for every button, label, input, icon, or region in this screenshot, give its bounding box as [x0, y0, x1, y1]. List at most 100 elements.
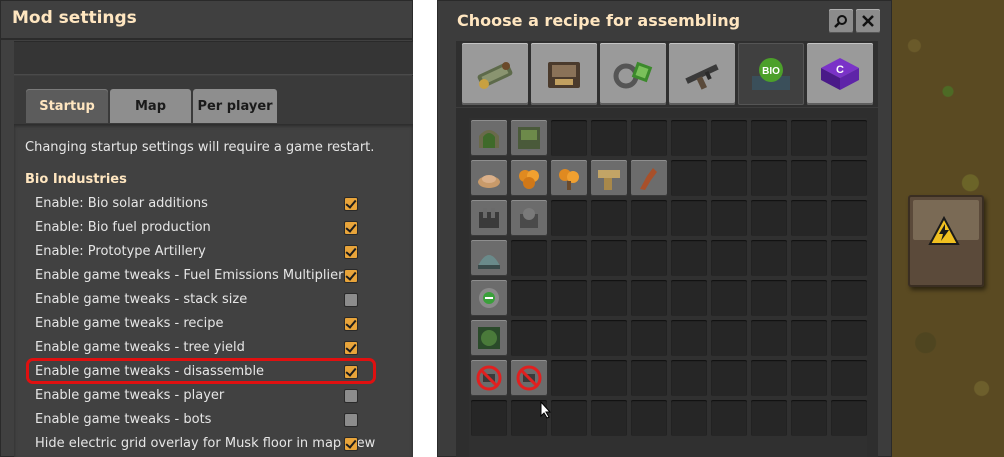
setting-row-tree-yield: Enable game tweaks - tree yield: [26, 336, 370, 360]
setting-checkbox[interactable]: [344, 341, 358, 355]
recipe-grid-cell: [551, 360, 587, 396]
recipe-grid-cell: [631, 360, 667, 396]
recipe-grid-cell: [711, 120, 747, 156]
recipe-grid-cell: [631, 280, 667, 316]
recipe-grid-cell: [591, 320, 627, 356]
recipe-grid-cell: [631, 400, 667, 436]
recipe-slot-wood-bricks[interactable]: [591, 160, 627, 196]
recipe-slot-seedling-variant[interactable]: [551, 160, 587, 196]
recipe-grid-cell: [551, 400, 587, 436]
recipe-grid-cell: [831, 320, 867, 356]
recipe-slot-wood-pulp[interactable]: [471, 160, 507, 196]
intermediate-products-group-icon: [613, 61, 653, 89]
recipe-grid-cell: [551, 320, 587, 356]
recipe-grid-cell: [591, 200, 627, 236]
setting-label: Enable game tweaks - stack size: [35, 292, 248, 307]
recipe-grid-cell: [791, 240, 827, 276]
bio-dome-icon: [478, 255, 500, 269]
bio-cannon-icon: [479, 208, 499, 228]
setting-checkbox[interactable]: [344, 221, 358, 235]
recipe-grid-cell: [671, 200, 707, 236]
recipe-grid-cell: [591, 120, 627, 156]
title-divider: [0, 38, 413, 40]
setting-checkbox[interactable]: [344, 437, 358, 451]
setting-checkbox[interactable]: [344, 389, 358, 403]
setting-row-stack-size: Enable game tweaks - stack size: [26, 288, 370, 312]
recipe-grid-cell: [751, 400, 787, 436]
setting-checkbox[interactable]: [344, 197, 358, 211]
setting-row-fuel-emissions: Enable game tweaks - Fuel Emissions Mult…: [26, 264, 370, 288]
tab-per-player[interactable]: Per player: [193, 89, 277, 123]
recipe-grid-cell: [671, 160, 707, 196]
recipe-slot-bio-dome[interactable]: [471, 240, 507, 276]
recipe-slot-bio-greenhouse[interactable]: [471, 120, 507, 156]
bio-turret-icon: [520, 208, 538, 228]
setting-checkbox[interactable]: [344, 245, 358, 259]
recipe-grid-cell: [551, 240, 587, 276]
group-tab-production[interactable]: [531, 43, 597, 105]
group-tab-combat[interactable]: [669, 43, 735, 105]
recipe-grid-cell: [831, 200, 867, 236]
recipe-grid-cell: [671, 400, 707, 436]
no-power-warning-icon: [928, 216, 960, 245]
search-button[interactable]: [829, 9, 853, 33]
bio-farm-icon: [518, 127, 540, 149]
setting-checkbox[interactable]: [344, 413, 358, 427]
restart-notice: Changing startup settings will require a…: [25, 140, 375, 155]
setting-label: Enable game tweaks - tree yield: [35, 340, 245, 355]
recipe-slot-seedling[interactable]: [511, 160, 547, 196]
c-mod-group-icon: C: [821, 58, 859, 90]
group-tab-logistics[interactable]: [462, 43, 528, 105]
recipe-grid-cell: [751, 200, 787, 236]
setting-label: Enable game tweaks - bots: [35, 412, 212, 427]
recipe-grid-cell: [791, 200, 827, 236]
recipe-slot-disassemble-blocked[interactable]: [471, 360, 507, 396]
recipe-grid-cell: [671, 120, 707, 156]
recipe-grid-cell: [751, 240, 787, 276]
recipe-grid-cell: [751, 360, 787, 396]
recipe-grid-cell: [711, 320, 747, 356]
recipe-grid-cell: [671, 240, 707, 276]
recipe-grid-cell: [751, 280, 787, 316]
setting-label: Enable: Bio solar additions: [35, 196, 208, 211]
recipe-grid-cell: [831, 240, 867, 276]
recipe-grid-cell: [591, 240, 627, 276]
recipe-grid-cell: [791, 120, 827, 156]
group-tab-intermediate-products[interactable]: [600, 43, 666, 105]
mod-settings-toolbar: [14, 41, 413, 75]
recipe-slot-bio-cannon[interactable]: [471, 200, 507, 236]
setting-checkbox[interactable]: [344, 269, 358, 283]
recipe-slot-bio-lamp[interactable]: [471, 280, 507, 316]
wood-fragment-icon: [640, 168, 657, 190]
group-tab-bio-industries[interactable]: BIO: [738, 43, 804, 105]
recipe-grid-cell: [831, 360, 867, 396]
setting-label: Enable game tweaks - disassemble: [35, 364, 265, 379]
recipe-slot-bio-garden[interactable]: [471, 320, 507, 356]
group-tab-c-mod[interactable]: C: [807, 43, 873, 105]
logistics-group-icon: [477, 62, 513, 89]
tab-startup[interactable]: Startup: [26, 89, 108, 123]
tab-map[interactable]: Map: [110, 89, 191, 123]
setting-label: Enable game tweaks - recipe: [35, 316, 224, 331]
recipe-grid-cell: [631, 320, 667, 356]
setting-checkbox[interactable]: [344, 317, 358, 331]
close-button[interactable]: [856, 9, 880, 33]
recipe-slot-wood-fragment[interactable]: [631, 160, 667, 196]
setting-checkbox[interactable]: [344, 365, 358, 379]
svg-text:C: C: [836, 64, 844, 76]
setting-row-musk-floor-overlay: Hide electric grid overlay for Musk floo…: [26, 432, 375, 456]
recipe-grid-cell: [551, 120, 587, 156]
setting-label: Enable game tweaks - Fuel Emissions Mult…: [35, 268, 351, 283]
search-icon: [834, 15, 847, 28]
recipe-grid-cell: [831, 400, 867, 436]
recipe-grid-cell: [791, 280, 827, 316]
recipe-slot-disassemble-blocked[interactable]: [511, 360, 547, 396]
setting-label: Hide electric grid overlay for Musk floo…: [35, 436, 376, 451]
setting-checkbox[interactable]: [344, 293, 358, 307]
recipe-grid-cell: [471, 400, 507, 436]
recipe-slot-bio-turret[interactable]: [511, 200, 547, 236]
recipe-slot-bio-farm[interactable]: [511, 120, 547, 156]
setting-label: Enable: Prototype Artillery: [35, 244, 206, 259]
production-group-icon: [548, 62, 580, 88]
recipe-grid-cell: [791, 320, 827, 356]
